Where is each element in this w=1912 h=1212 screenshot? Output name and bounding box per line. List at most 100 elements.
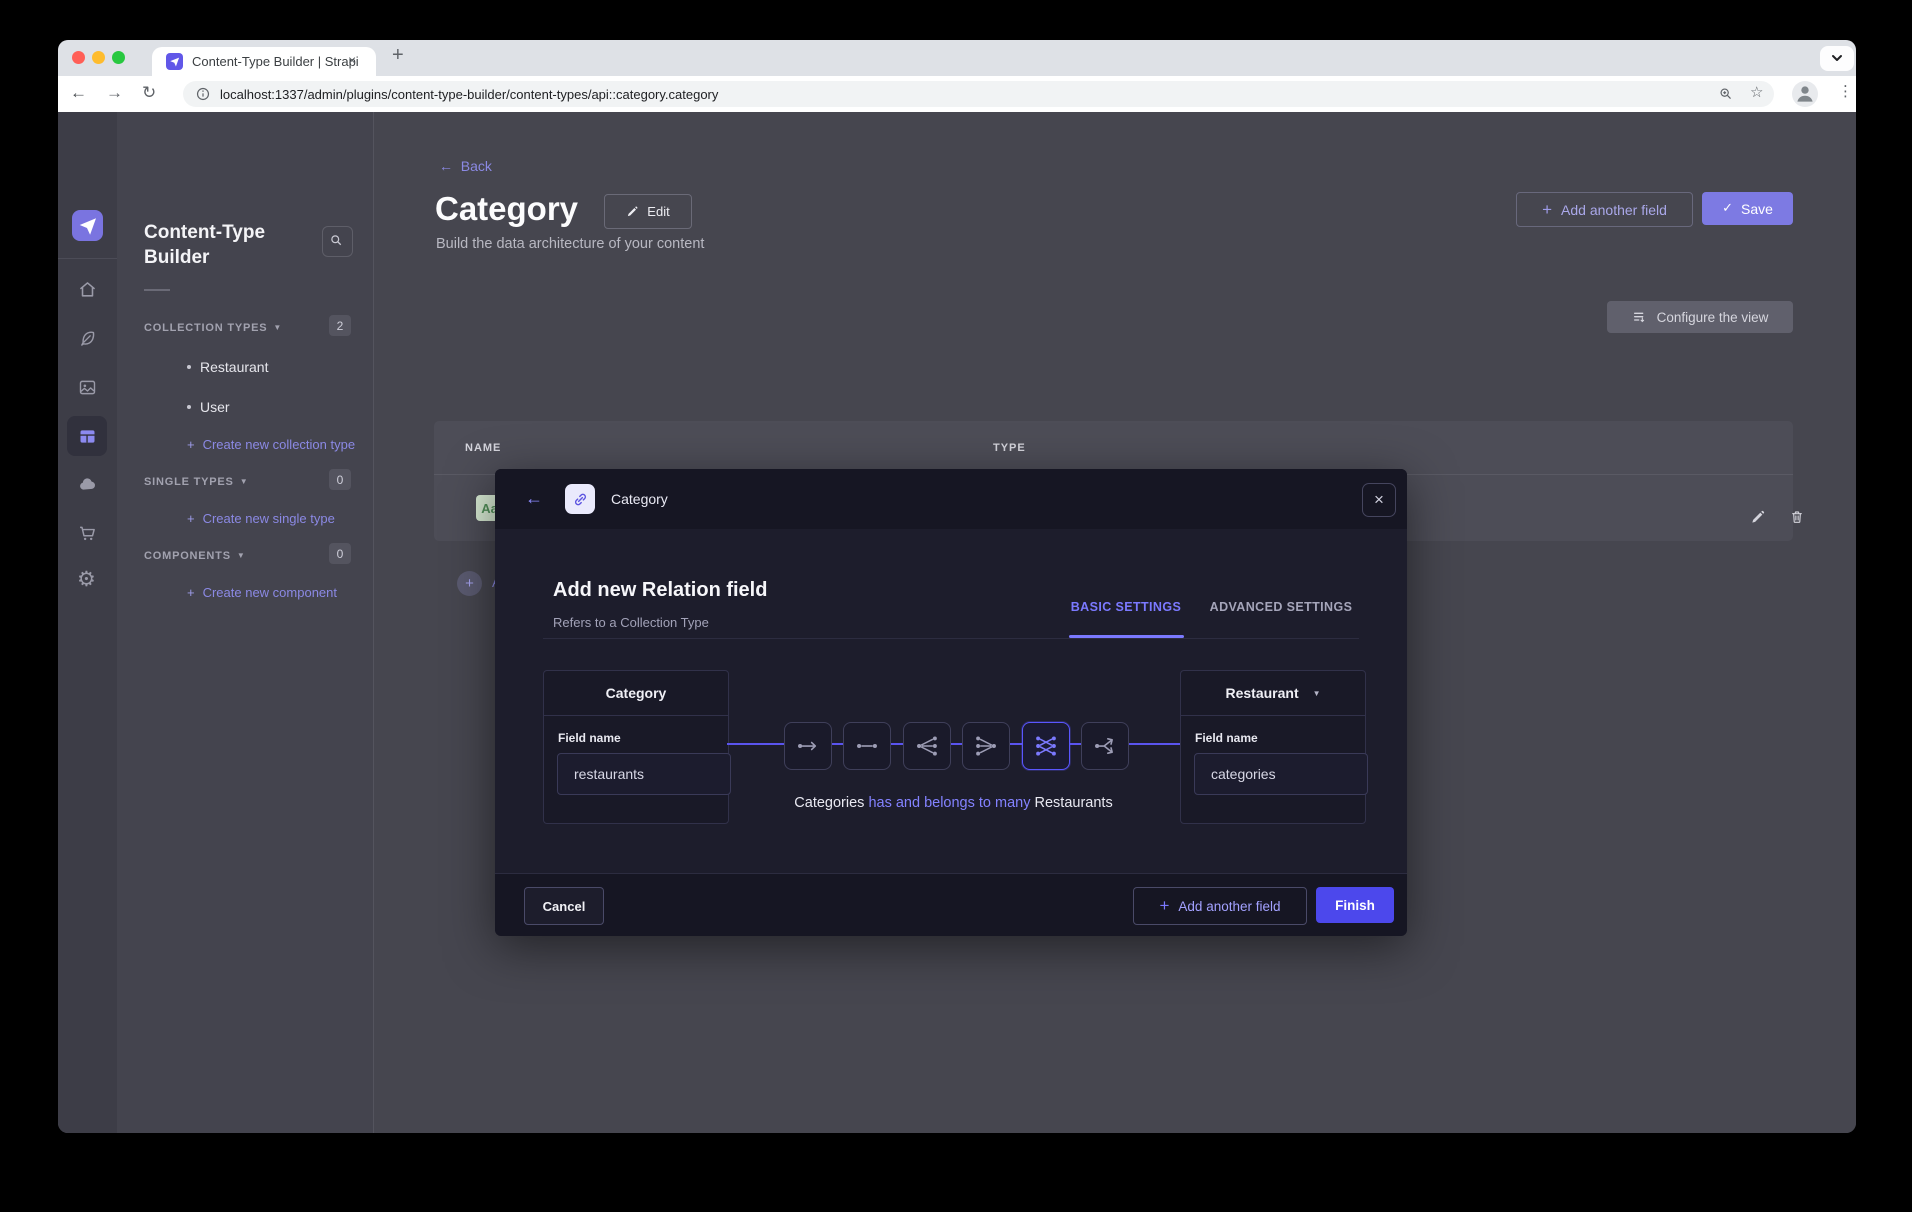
search-button[interactable]	[322, 226, 353, 257]
tab-advanced-settings[interactable]: ADVANCED SETTINGS	[1206, 600, 1356, 614]
tab-search-chevron-button[interactable]	[1820, 46, 1854, 71]
chevron-down-icon: ▼	[240, 477, 248, 486]
marketplace-cart-icon[interactable]	[77, 523, 98, 544]
sidebar-item-user[interactable]: User	[187, 399, 230, 415]
delete-field-icon[interactable]	[1789, 509, 1805, 525]
url-text: localhost:1337/admin/plugins/content-typ…	[220, 87, 718, 102]
relation-many-way-button[interactable]	[1081, 722, 1129, 770]
close-icon: ×	[1374, 490, 1384, 510]
tab-title: Content-Type Builder | Strapi	[192, 54, 359, 69]
bookmark-star-icon[interactable]: ☆	[1750, 83, 1763, 101]
configure-list-icon	[1632, 309, 1648, 325]
relation-many-to-one-button[interactable]	[962, 722, 1010, 770]
modal-subtitle: Refers to a Collection Type	[553, 615, 709, 630]
modal-close-button[interactable]: ×	[1362, 483, 1396, 517]
sidebar-item-restaurant[interactable]: Restaurant	[187, 359, 268, 375]
window-close-button[interactable]	[72, 51, 85, 64]
create-component-link[interactable]: +Create new component	[187, 585, 337, 600]
plus-icon: +	[187, 511, 195, 526]
finish-button[interactable]: Finish	[1316, 887, 1394, 923]
save-button[interactable]: ✓ Save	[1702, 192, 1793, 225]
back-link[interactable]: ← Back	[439, 158, 492, 174]
content-manager-icon[interactable]	[77, 328, 98, 349]
section-components[interactable]: COMPONENTS▼	[144, 546, 245, 564]
bullet-icon	[187, 365, 191, 369]
page-subtitle: Build the data architecture of your cont…	[436, 236, 704, 252]
plugin-sidebar: Content-Type Builder COLLECTION TYPES▼ 2…	[117, 112, 374, 1133]
page-title: Category	[435, 190, 578, 228]
source-card-title: Category	[544, 671, 728, 716]
relation-source-card: Category Field name	[543, 670, 729, 824]
zoom-icon[interactable]	[1718, 86, 1734, 102]
tab-basic-settings[interactable]: BASIC SETTINGS	[1066, 600, 1186, 614]
create-single-type-link[interactable]: +Create new single type	[187, 511, 335, 526]
cloud-icon[interactable]	[77, 474, 98, 495]
source-field-label: Field name	[558, 731, 621, 745]
edit-field-icon[interactable]	[1750, 509, 1766, 525]
back-nav-icon[interactable]: ←	[70, 83, 87, 103]
relation-modal: ← Category × Add new Relation field Refe…	[495, 469, 1407, 935]
browser-window: Content-Type Builder | Strapi × + ← → ↻ …	[58, 40, 1856, 1133]
relation-one-way-button[interactable]	[784, 722, 832, 770]
modal-add-another-field-button[interactable]: + Add another field	[1133, 887, 1307, 925]
single-types-count: 0	[329, 469, 351, 490]
modal-back-icon[interactable]: ←	[525, 488, 543, 509]
browser-tab-strip: Content-Type Builder | Strapi × +	[58, 40, 1856, 76]
browser-toolbar: ← → ↻ localhost:1337/admin/plugins/conte…	[58, 76, 1856, 112]
source-field-name-input[interactable]	[557, 753, 731, 795]
relation-link-icon	[565, 484, 595, 514]
relation-sentence: Categories has and belongs to many Resta…	[727, 795, 1180, 811]
address-bar[interactable]: localhost:1337/admin/plugins/content-typ…	[183, 81, 1774, 107]
media-library-icon[interactable]	[77, 377, 98, 398]
tab-close-icon[interactable]: ×	[348, 52, 356, 68]
chevron-down-icon: ▼	[1313, 689, 1321, 698]
new-tab-button[interactable]: +	[392, 44, 404, 67]
plus-icon: +	[1159, 896, 1169, 916]
configure-view-button[interactable]: Configure the view	[1607, 301, 1793, 333]
window-minimize-button[interactable]	[92, 51, 105, 64]
pencil-icon	[626, 205, 639, 218]
reload-icon[interactable]: ↻	[142, 83, 156, 103]
browser-tab[interactable]: Content-Type Builder | Strapi ×	[152, 47, 376, 76]
target-collection-dropdown[interactable]: Restaurant▼	[1181, 671, 1365, 716]
target-field-label: Field name	[1195, 731, 1258, 745]
column-header-type: TYPE	[993, 442, 1026, 454]
add-field-circle-button[interactable]: +	[457, 571, 482, 596]
rail-divider	[58, 258, 117, 259]
browser-avatar[interactable]	[1792, 81, 1818, 107]
plus-icon: +	[187, 437, 195, 452]
relation-one-to-one-button[interactable]	[843, 722, 891, 770]
modal-divider	[543, 638, 1359, 639]
title-divider	[144, 289, 170, 291]
forward-nav-icon[interactable]: →	[106, 83, 123, 103]
chevron-down-icon: ▼	[273, 323, 281, 332]
strapi-admin: ⚙ KD Content-Type Builder COLLECTION TYP…	[58, 112, 1856, 1133]
section-collection-types[interactable]: COLLECTION TYPES▼	[144, 318, 281, 336]
strapi-logo[interactable]	[72, 210, 103, 241]
window-zoom-button[interactable]	[112, 51, 125, 64]
relation-target-card: Restaurant▼ Field name	[1180, 670, 1366, 824]
browser-menu-icon[interactable]: ⋮	[1838, 82, 1853, 100]
add-another-field-header-button[interactable]: + Add another field	[1516, 192, 1693, 227]
relation-one-to-many-button[interactable]	[903, 722, 951, 770]
modal-breadcrumb: Category	[611, 491, 668, 507]
bullet-icon	[187, 405, 191, 409]
screen: Content-Type Builder | Strapi × + ← → ↻ …	[0, 0, 1912, 1212]
site-info-icon[interactable]	[195, 86, 211, 102]
create-collection-type-link[interactable]: +Create new collection type	[187, 437, 355, 452]
strapi-favicon	[166, 53, 183, 70]
nav-rail: ⚙ KD	[58, 112, 117, 1133]
edit-button[interactable]: Edit	[604, 194, 692, 229]
chevron-down-icon: ▼	[237, 551, 245, 560]
home-icon[interactable]	[77, 279, 98, 300]
section-single-types[interactable]: SINGLE TYPES▼	[144, 472, 248, 490]
target-field-name-input[interactable]	[1194, 753, 1368, 795]
modal-footer: Cancel + Add another field Finish	[495, 873, 1407, 936]
content-type-builder-icon	[77, 426, 98, 447]
relation-many-to-many-button[interactable]	[1022, 722, 1070, 770]
modal-title: Add new Relation field	[553, 579, 767, 602]
cancel-button[interactable]: Cancel	[524, 887, 604, 925]
settings-gear-icon[interactable]: ⚙	[77, 569, 96, 590]
content-type-builder-nav-active[interactable]	[67, 416, 107, 456]
plus-icon: +	[1542, 200, 1552, 220]
